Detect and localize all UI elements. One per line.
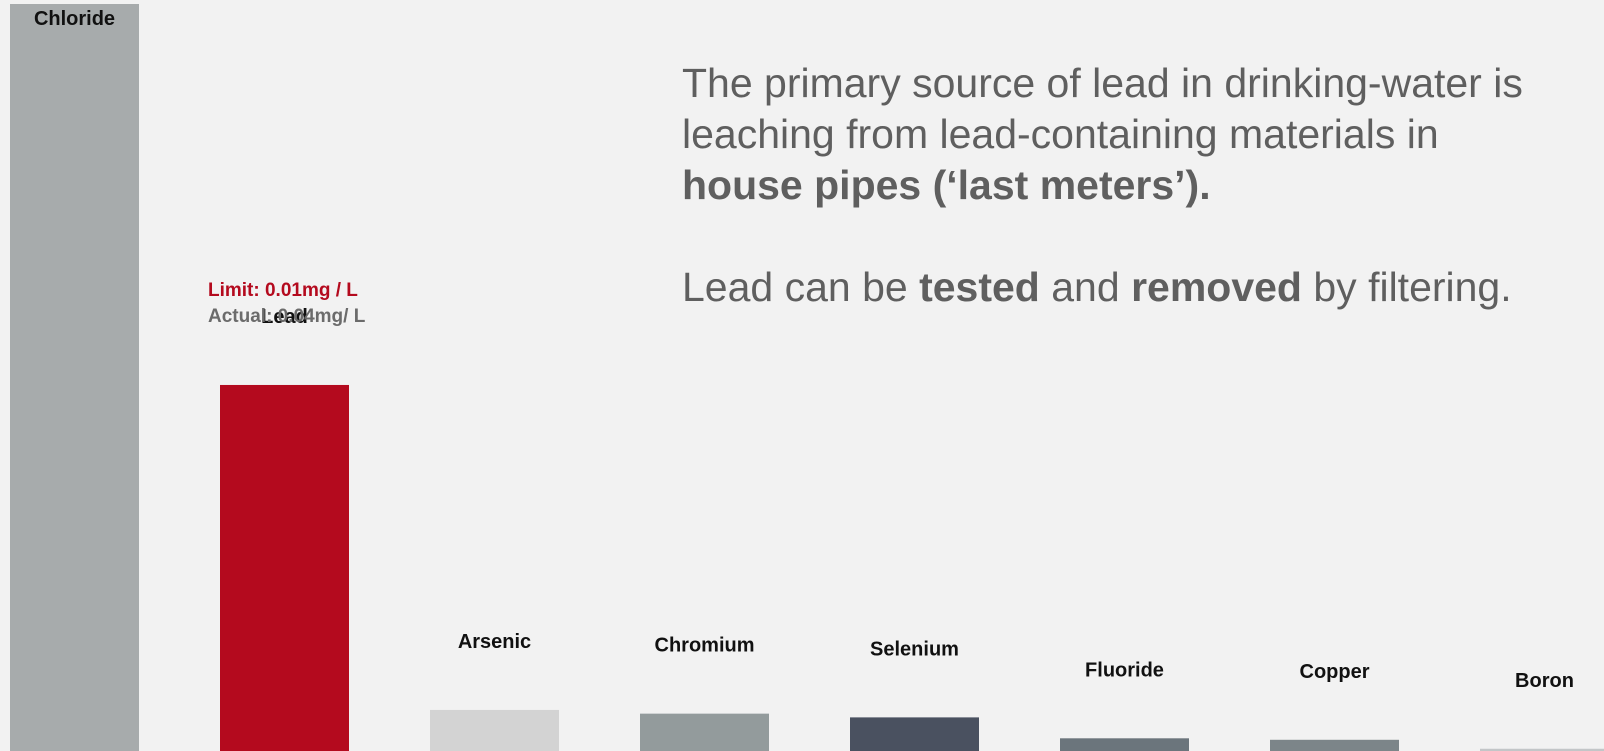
limit-annotation: Limit: 0.01mg / L: [208, 280, 358, 301]
message-paragraph-2: Lead can be tested and removed by filter…: [682, 262, 1592, 313]
actual-annotation: Actual: 0.04mg/ L: [208, 306, 366, 327]
bar-label-chloride: Chloride: [34, 8, 115, 30]
message-line2-part1: Lead can be: [682, 264, 920, 310]
bar-label-selenium: Selenium: [870, 638, 959, 660]
bar-label-chromium: Chromium: [655, 635, 755, 657]
message-line2-part5: by filtering.: [1301, 264, 1512, 310]
bar-lead: [220, 384, 349, 751]
message-text: The primary source of lead in drinking-w…: [682, 58, 1592, 313]
bar-chromium: [640, 713, 769, 751]
bar-label-copper: Copper: [1300, 661, 1370, 683]
message-line2-part3: and: [1039, 264, 1132, 310]
message-line1: The primary source of lead in drinking-w…: [682, 60, 1523, 157]
slide: Chloride Lead Arsenic Chromium Selenium Fluor…: [0, 0, 1604, 751]
bar-fluoride: [1060, 738, 1189, 751]
message-paragraph-1: The primary source of lead in drinking-w…: [682, 58, 1592, 211]
message-line1-bold: house pipes (‘last meters’).: [682, 162, 1211, 208]
bar-label-fluoride: Fluoride: [1085, 659, 1164, 681]
bar-selenium: [850, 717, 979, 751]
lead-callout: Limit: 0.01mg / L Actual: 0.04mg/ L: [208, 278, 365, 330]
bar-arsenic: [430, 709, 559, 751]
bar-chloride: [10, 4, 139, 751]
bar-label-boron: Boron: [1515, 670, 1574, 692]
message-line2-tested: tested: [919, 264, 1040, 310]
bar-copper: [1270, 739, 1399, 751]
message-line2-removed: removed: [1131, 264, 1302, 310]
bar-label-arsenic: Arsenic: [458, 631, 531, 653]
